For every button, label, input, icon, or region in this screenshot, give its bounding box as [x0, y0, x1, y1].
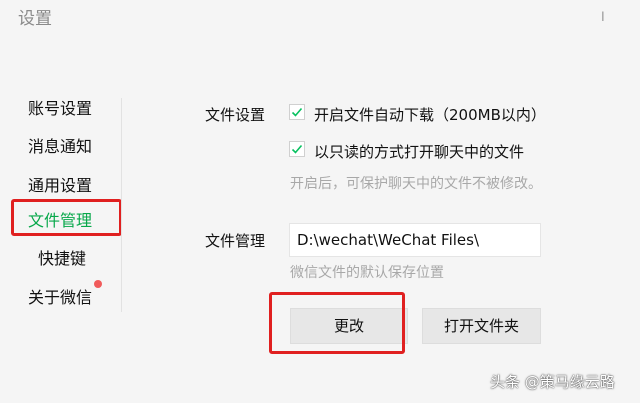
- sidebar-divider: [121, 98, 122, 312]
- sidebar-item-about-wechat[interactable]: 关于微信: [28, 284, 92, 308]
- sidebar-item-shortcuts[interactable]: 快捷键: [38, 245, 86, 269]
- file-management-label: 文件管理: [205, 232, 266, 250]
- settings-window: 设置 ╷ 账号设置 消息通知 通用设置 文件管理 快捷键 关于微信 文件设置 开…: [0, 0, 640, 403]
- open-folder-button[interactable]: 打开文件夹: [422, 308, 541, 344]
- read-only-checkbox[interactable]: [289, 141, 305, 157]
- sidebar-item-account-settings[interactable]: 账号设置: [28, 95, 92, 119]
- save-path-hint: 微信文件的默认保存位置: [290, 265, 444, 281]
- sidebar-item-notifications[interactable]: 消息通知: [28, 133, 92, 157]
- close-icon[interactable]: ╷: [598, 2, 608, 21]
- checkmark-icon: [291, 144, 303, 154]
- auto-download-label[interactable]: 开启文件自动下载（200MB以内）: [314, 104, 546, 125]
- save-path-field[interactable]: D:\wechat\WeChat Files\: [289, 223, 541, 257]
- window-title: 设置: [18, 9, 52, 29]
- sidebar-item-general-settings[interactable]: 通用设置: [28, 172, 92, 196]
- watermark: 头条 @策马缘云路: [490, 373, 615, 391]
- file-settings-label: 文件设置: [205, 106, 266, 124]
- read-only-label[interactable]: 以只读的方式打开聊天中的文件: [314, 141, 524, 162]
- annotation-box-change-button: [269, 292, 405, 354]
- checkmark-icon: [291, 107, 303, 117]
- auto-download-checkbox[interactable]: [289, 104, 305, 120]
- read-only-hint: 开启后，可保护聊天中的文件不被修改。: [290, 176, 542, 192]
- annotation-box-sidebar: [11, 199, 122, 236]
- notification-dot: [94, 280, 102, 288]
